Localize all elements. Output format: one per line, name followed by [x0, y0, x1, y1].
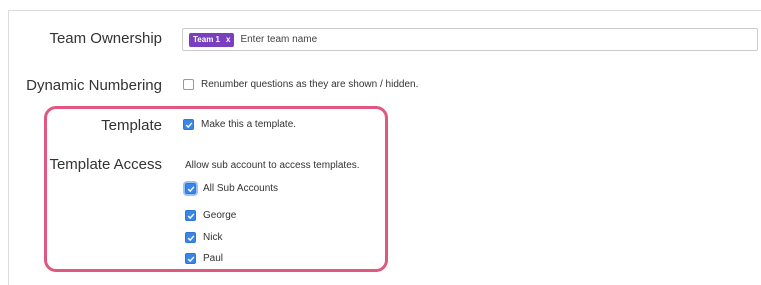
team-tag: Team 1 x — [189, 32, 235, 47]
check-icon — [187, 185, 194, 192]
paul-label: Paul — [203, 253, 224, 264]
check-icon — [185, 121, 192, 128]
george-label: George — [203, 210, 237, 221]
template-access-description: Allow sub account to access templates. — [185, 160, 360, 171]
nick-label: Nick — [203, 232, 223, 243]
all-sub-accounts-option[interactable]: All Sub Accounts — [185, 183, 278, 194]
tag-remove-icon[interactable]: x — [226, 35, 230, 44]
team-name-placeholder: Enter team name — [240, 34, 318, 45]
sub-account-paul[interactable]: Paul — [185, 253, 223, 264]
team-name-input[interactable]: Team 1 x Enter team name — [182, 28, 758, 51]
template-access-label: Template Access — [49, 156, 162, 173]
george-checkbox[interactable] — [185, 210, 196, 221]
dynamic-numbering-label: Dynamic Numbering — [26, 77, 162, 94]
renumber-checkbox[interactable] — [183, 79, 194, 90]
check-icon — [187, 212, 194, 219]
template-label: Template — [101, 117, 162, 134]
nick-checkbox[interactable] — [185, 232, 196, 243]
all-sub-accounts-checkbox[interactable] — [185, 183, 196, 194]
make-template-option[interactable]: Make this a template. — [183, 119, 296, 130]
settings-panel — [8, 10, 761, 285]
check-icon — [187, 234, 194, 241]
team-ownership-label: Team Ownership — [49, 30, 162, 47]
paul-checkbox[interactable] — [185, 253, 196, 264]
all-sub-accounts-label: All Sub Accounts — [203, 183, 279, 194]
sub-account-nick[interactable]: Nick — [185, 232, 222, 243]
renumber-checkbox-label: Renumber questions as they are shown / h… — [201, 79, 419, 90]
sub-account-george[interactable]: George — [185, 210, 236, 221]
check-icon — [187, 255, 194, 262]
make-template-label: Make this a template. — [201, 119, 297, 130]
team-tag-label: Team 1 — [193, 35, 220, 44]
make-template-checkbox[interactable] — [183, 119, 194, 130]
renumber-option[interactable]: Renumber questions as they are shown / h… — [183, 79, 418, 90]
